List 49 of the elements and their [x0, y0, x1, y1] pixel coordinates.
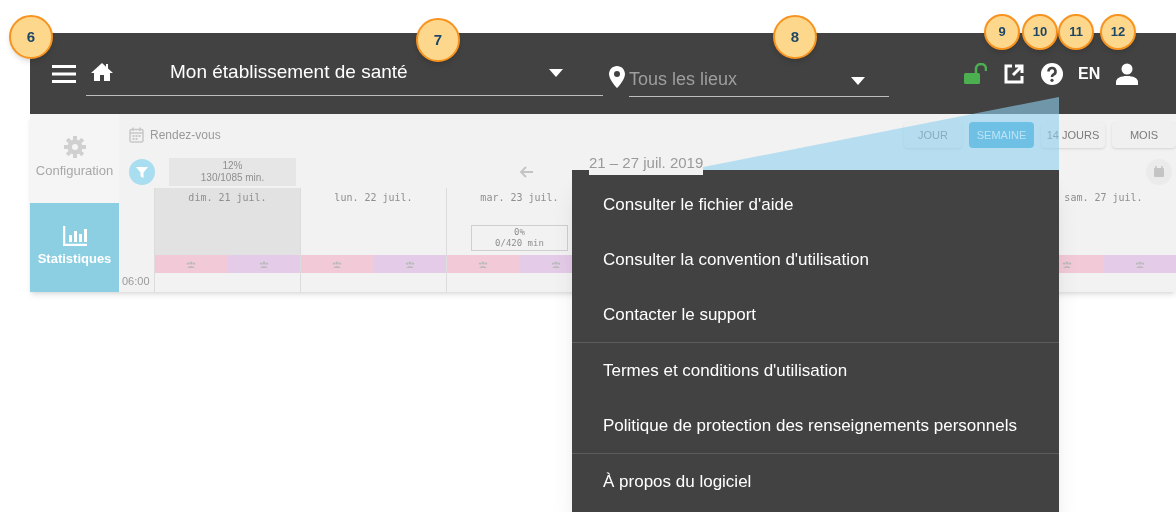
unlocked-padlock-icon[interactable] [963, 62, 987, 85]
group-icon [1062, 260, 1073, 268]
usage-minutes: 0/420 min [495, 238, 544, 249]
callout-badge: 8 [773, 15, 817, 59]
calendar-button-icon[interactable] [1146, 159, 1172, 185]
time-label: 06:00 [121, 274, 151, 289]
menu-item[interactable]: Consulter la convention d'utilisation [572, 232, 1059, 287]
callout-badge: 9 [984, 14, 1020, 50]
menu-item[interactable]: Termes et conditions d'utilisation [572, 343, 1059, 398]
group-icon [258, 260, 269, 268]
callout-badge: 12 [1100, 14, 1136, 50]
gear-icon [63, 136, 86, 159]
callout-badge: 7 [416, 18, 460, 62]
home-icon [90, 61, 114, 82]
group-icon [404, 260, 415, 268]
usage-percent: 12% [222, 160, 243, 172]
day-header: dim. 21 juil. [188, 191, 267, 205]
menu-item[interactable]: Politique de protection des renseignements personnels [572, 398, 1059, 453]
calendar-icon [129, 127, 144, 143]
dropdown-caret-icon [549, 69, 563, 77]
group-icon [550, 260, 561, 268]
back-arrow-icon[interactable] [519, 166, 533, 178]
menu-icon[interactable] [52, 63, 76, 84]
external-link-icon[interactable] [1003, 62, 1025, 85]
dropdown-caret-icon [851, 76, 865, 85]
view-tab[interactable]: MOIS [1112, 122, 1176, 148]
user-icon[interactable] [1116, 62, 1139, 85]
help-icon[interactable] [1041, 62, 1063, 85]
section-title: Rendez-vous [150, 127, 221, 144]
callout-badge: 6 [9, 15, 53, 59]
menu-item[interactable]: Contacter le support [572, 287, 1059, 342]
day-header: mar. 23 juil. [480, 191, 559, 205]
usage-minutes: 130/1085 min. [200, 172, 265, 184]
usage-percent: 0% [514, 227, 525, 238]
filter-button-icon[interactable] [129, 159, 155, 185]
bar-chart-icon [62, 226, 87, 247]
group-icon [478, 260, 489, 268]
callout-badge: 10 [1022, 14, 1058, 50]
menu-item[interactable]: À propos du logiciel [572, 454, 1059, 509]
group-icon [1134, 260, 1145, 268]
group-icon [332, 260, 343, 268]
day-header: lun. 22 juil. [334, 191, 413, 205]
callout-badge: 11 [1058, 14, 1094, 50]
group-icon [186, 260, 197, 268]
day-header: sam. 27 juil. [1064, 191, 1143, 205]
language-button[interactable]: EN [1078, 61, 1101, 86]
location-pin-icon [609, 65, 625, 88]
menu-item[interactable]: Consulter le fichier d'aide [572, 177, 1059, 232]
location-field[interactable]: Tous les lieux [629, 52, 889, 97]
